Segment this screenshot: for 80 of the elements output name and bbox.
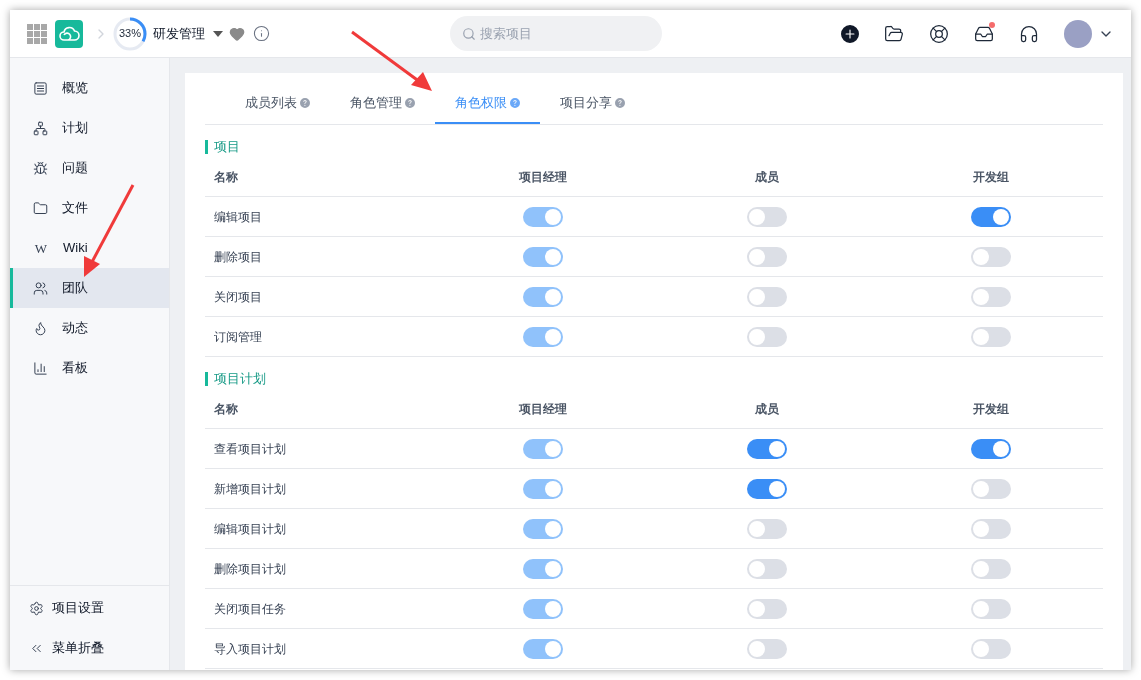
progress-percent: 33%: [119, 26, 141, 42]
folder-icon: [33, 200, 48, 216]
letter-icon: W: [33, 241, 49, 255]
project-name[interactable]: 研发管理: [153, 23, 205, 44]
add-icon[interactable]: [841, 24, 859, 43]
help-icon[interactable]: [300, 97, 310, 108]
search-icon: [462, 27, 476, 41]
info-icon[interactable]: [253, 25, 270, 42]
list-icon: [33, 80, 48, 96]
hierarchy-icon: [33, 120, 48, 136]
search-field[interactable]: 搜索项目: [450, 16, 662, 51]
toggle-switch[interactable]: [747, 638, 787, 659]
tab[interactable]: 成员列表: [225, 83, 330, 124]
column-header: 开发组: [973, 400, 1009, 418]
toggle-switch[interactable]: [971, 598, 1011, 619]
sidebar-footer-item[interactable]: 项目设置: [10, 588, 169, 628]
toggle-switch[interactable]: [971, 638, 1011, 659]
sidebar-item[interactable]: 看板: [10, 348, 169, 388]
permission-name: 查看项目计划: [213, 440, 287, 458]
people-icon: [33, 280, 48, 296]
column-header: 项目经理: [519, 400, 567, 418]
app-grid-icon[interactable]: [27, 23, 47, 44]
permission-name: 编辑项目: [213, 208, 263, 226]
sidebar-item[interactable]: W Wiki: [10, 228, 169, 268]
toggle-switch[interactable]: [971, 438, 1011, 459]
toggle-switch[interactable]: [971, 246, 1011, 267]
permission-name: 删除项目计划: [213, 560, 287, 578]
toggle-switch[interactable]: [971, 206, 1011, 227]
sidebar-item[interactable]: 问题: [10, 148, 169, 188]
toggle-switch[interactable]: [971, 326, 1011, 347]
lifebuoy-icon[interactable]: [929, 23, 949, 44]
column-header: 成员: [755, 168, 779, 186]
caret-down-icon[interactable]: [213, 30, 223, 37]
toggle-switch[interactable]: [747, 286, 787, 307]
column-header: 开发组: [973, 168, 1009, 186]
permission-name: 订阅管理: [213, 328, 263, 346]
heart-icon[interactable]: [229, 25, 245, 42]
toggle-switch[interactable]: [747, 438, 787, 459]
toggle-switch[interactable]: [747, 558, 787, 579]
section-title: 项目计划: [214, 369, 266, 388]
permission-name: 新增项目计划: [213, 480, 287, 498]
toggle-switch[interactable]: [747, 518, 787, 539]
sidebar-item[interactable]: 动态: [10, 308, 169, 348]
toggle-switch[interactable]: [747, 206, 787, 227]
sidebar-item[interactable]: 团队: [10, 268, 169, 308]
help-icon[interactable]: [510, 97, 520, 108]
toggle-switch[interactable]: [971, 518, 1011, 539]
settings-icon: [29, 600, 44, 616]
section-title: 项目: [214, 137, 240, 156]
help-icon[interactable]: [615, 97, 625, 108]
toggle-switch[interactable]: [971, 286, 1011, 307]
permission-name: 删除项目: [213, 248, 263, 266]
tab[interactable]: 角色管理: [330, 83, 435, 124]
bar-chart-icon: [33, 360, 48, 376]
headset-icon[interactable]: [1019, 23, 1039, 44]
bug-icon: [33, 160, 48, 176]
cloud-logo-icon[interactable]: [55, 19, 83, 48]
sidebar-item[interactable]: 文件: [10, 188, 169, 228]
column-header: 项目经理: [519, 168, 567, 186]
sidebar-item[interactable]: 计划: [10, 108, 169, 148]
permission-name: 导入项目计划: [213, 640, 287, 658]
flame-icon: [33, 320, 48, 336]
permission-name: 关闭项目: [213, 288, 263, 306]
user-avatar[interactable]: [1064, 19, 1092, 48]
column-header: 成员: [755, 400, 779, 418]
help-icon[interactable]: [405, 97, 415, 108]
sidebar-footer-item[interactable]: 菜单折叠: [10, 628, 169, 668]
toggle-switch[interactable]: [747, 598, 787, 619]
toggle-switch[interactable]: [747, 326, 787, 347]
sidebar-item[interactable]: 概览: [10, 68, 169, 108]
permission-name: 编辑项目计划: [213, 520, 287, 538]
folder-icon[interactable]: [884, 23, 904, 44]
toggle-switch[interactable]: [971, 558, 1011, 579]
toggle-switch[interactable]: [971, 478, 1011, 499]
toggle-switch[interactable]: [747, 478, 787, 499]
toggle-switch[interactable]: [747, 246, 787, 267]
tab[interactable]: 项目分享: [540, 83, 645, 124]
permission-name: 关闭项目任务: [213, 600, 287, 618]
column-header: 名称: [213, 400, 239, 418]
column-header: 名称: [213, 168, 239, 186]
